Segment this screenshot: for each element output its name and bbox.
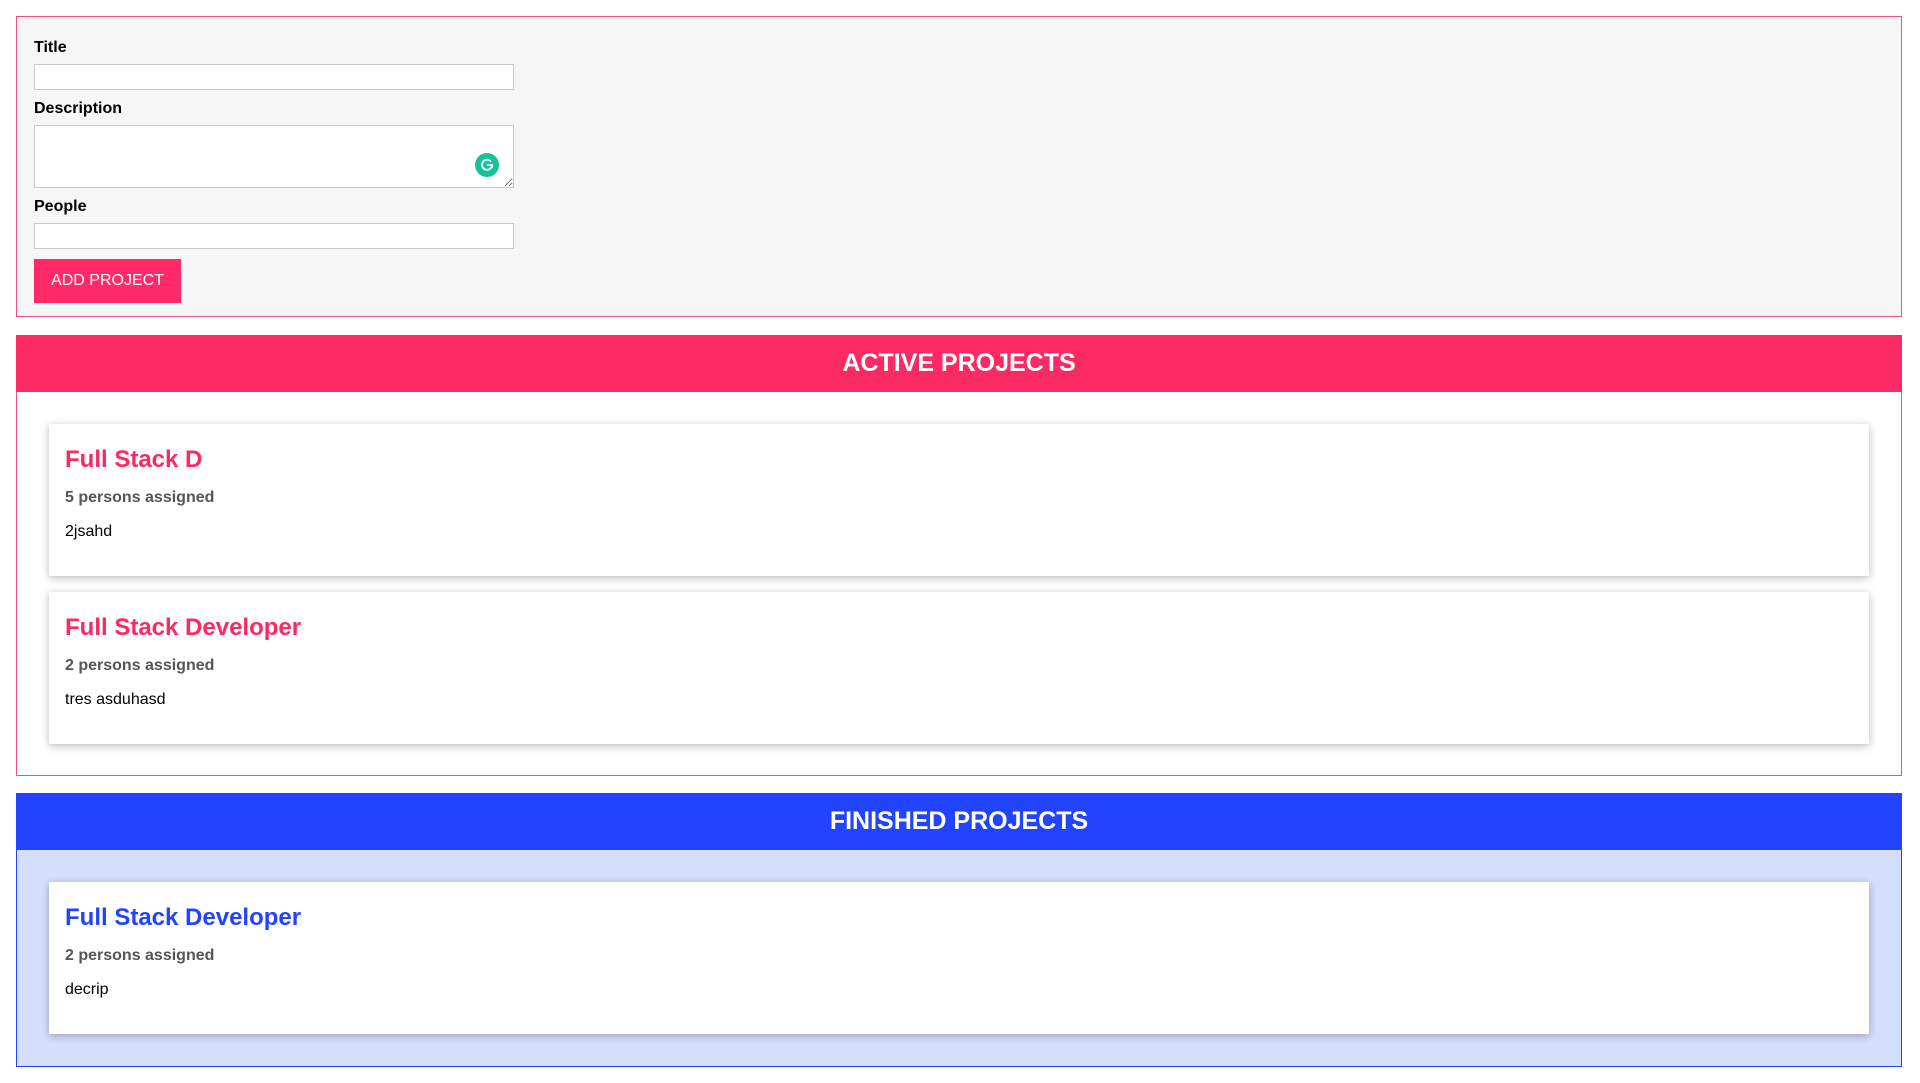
add-project-button[interactable]: ADD PROJECT <box>34 259 181 303</box>
project-title: Full Stack Developer <box>65 904 302 931</box>
finished-projects-header: FINISHED PROJECTS <box>16 793 1902 850</box>
project-description: tres asduhasd <box>65 691 166 708</box>
grammarly-icon[interactable] <box>475 153 499 177</box>
project-people-count: 5 persons assigned <box>65 489 215 506</box>
description-label: Description <box>34 100 123 117</box>
description-field-wrapper <box>34 125 514 188</box>
active-projects-header: ACTIVE PROJECTS <box>16 335 1902 392</box>
project-description: decrip <box>65 981 109 998</box>
active-projects-section: ACTIVE PROJECTS Full Stack D 5 persons a… <box>16 335 1902 776</box>
project-card[interactable]: Full Stack Developer 2 persons assigned … <box>49 882 1869 1034</box>
people-input[interactable] <box>34 223 514 249</box>
project-people-count: 2 persons assigned <box>65 947 215 964</box>
project-card[interactable]: Full Stack Developer 2 persons assigned … <box>49 592 1869 744</box>
title-input[interactable] <box>34 64 514 90</box>
finished-projects-section: FINISHED PROJECTS Full Stack Developer 2… <box>16 793 1902 1067</box>
title-label: Title <box>34 39 67 56</box>
project-input-form: Title Description People ADD PROJECT <box>16 16 1902 317</box>
finished-projects-list: Full Stack Developer 2 persons assigned … <box>17 850 1901 1034</box>
project-title: Full Stack Developer <box>65 614 302 641</box>
finished-projects-heading: FINISHED PROJECTS <box>829 807 1089 835</box>
project-people-count: 2 persons assigned <box>65 657 215 674</box>
project-card[interactable]: Full Stack D 5 persons assigned 2jsahd <box>49 424 1869 576</box>
description-input[interactable] <box>34 125 514 188</box>
project-description: 2jsahd <box>65 523 113 540</box>
active-projects-list: Full Stack D 5 persons assigned 2jsahd F… <box>17 392 1901 744</box>
active-projects-heading: ACTIVE PROJECTS <box>842 349 1076 377</box>
project-title: Full Stack D <box>65 446 203 473</box>
people-label: People <box>34 198 87 215</box>
